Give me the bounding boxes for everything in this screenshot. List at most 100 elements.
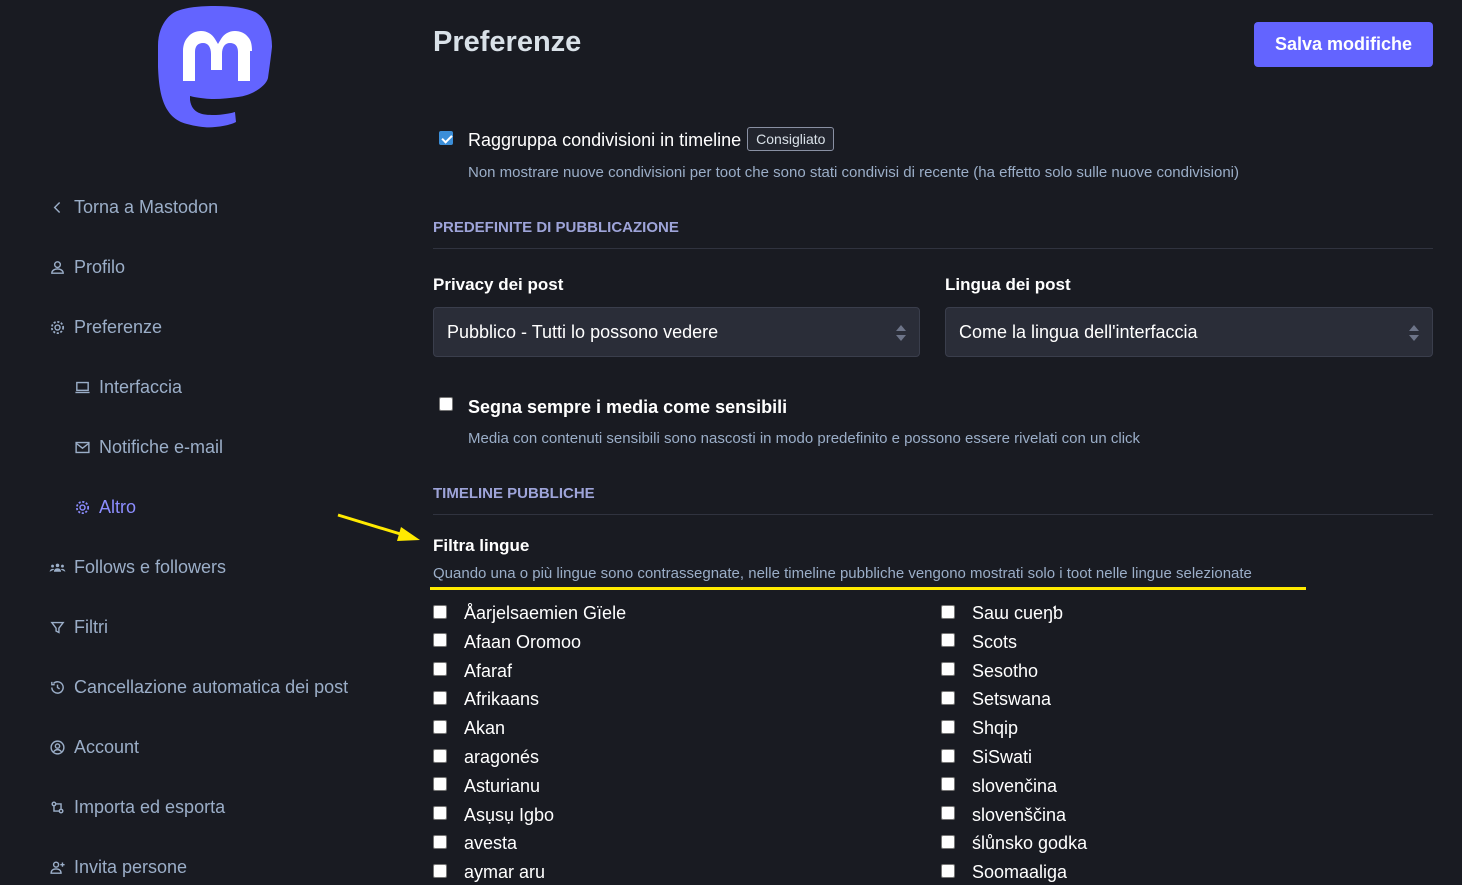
language-label: Afrikaans — [464, 689, 540, 710]
select-arrows-icon — [1409, 325, 1419, 341]
sidebar-item-other[interactable]: Altro — [73, 497, 136, 518]
language-checkbox[interactable] — [433, 863, 447, 878]
language-checkbox[interactable] — [941, 834, 955, 849]
language-label: Asụsụ Igbo — [464, 804, 555, 825]
sidebar-item-import-export[interactable]: Importa ed esporta — [48, 797, 225, 818]
language-option[interactable]: Shqip — [941, 718, 1018, 739]
public-timelines-heading: TIMELINE PUBBLICHE — [433, 485, 1433, 515]
language-option[interactable]: slovenščina — [941, 805, 1066, 826]
language-checkbox[interactable] — [433, 806, 447, 821]
language-option[interactable]: SiSwati — [941, 747, 1032, 768]
post-language-label: Lingua dei post — [945, 275, 1071, 294]
language-checkbox[interactable] — [941, 806, 955, 821]
language-checkbox[interactable] — [433, 604, 447, 619]
language-checkbox[interactable] — [941, 690, 955, 705]
group-boosts-option[interactable]: Raggruppa condivisioni in timeline Consig… — [468, 127, 835, 151]
sidebar: Torna a Mastodon Profilo Preferenze Inte… — [0, 0, 400, 885]
language-option[interactable]: Akan — [433, 718, 505, 739]
post-language-select[interactable]: Come la lingua dell'interfaccia — [945, 307, 1433, 357]
language-label: ślůnsko godka — [972, 833, 1088, 854]
language-checkbox[interactable] — [433, 834, 447, 849]
language-option[interactable]: Asturianu — [433, 776, 540, 797]
sidebar-item-label: Invita persone — [74, 857, 188, 877]
recommended-badge: Consigliato — [747, 127, 835, 151]
sensitive-media-checkbox[interactable] — [439, 397, 453, 411]
save-button[interactable]: Salva modifiche — [1254, 22, 1433, 67]
sensitive-media-label[interactable]: Segna sempre i media come sensibili — [468, 397, 787, 418]
language-label: Setswana — [972, 689, 1052, 710]
language-option[interactable]: Sesotho — [941, 661, 1038, 682]
sidebar-item-profile[interactable]: Profilo — [48, 257, 125, 278]
language-option[interactable]: Setswana — [941, 689, 1051, 710]
language-checkbox[interactable] — [433, 777, 447, 792]
language-option[interactable]: slovenčina — [941, 776, 1057, 797]
language-label: Akan — [464, 718, 506, 739]
history-icon — [48, 679, 66, 697]
language-checkbox[interactable] — [941, 777, 955, 792]
post-privacy-select[interactable]: Pubblico - Tutti lo possono vedere — [433, 307, 920, 357]
sidebar-item-auto-delete[interactable]: Cancellazione automatica dei post — [48, 677, 348, 698]
language-checkbox[interactable] — [941, 748, 955, 763]
post-privacy-value: Pubblico - Tutti lo possono vedere — [447, 321, 719, 342]
filter-icon — [48, 619, 66, 637]
language-label: aymar aru — [464, 862, 546, 883]
language-option[interactable]: Scots — [941, 632, 1017, 653]
sidebar-item-label: Follows e followers — [74, 557, 227, 577]
sidebar-item-invite[interactable]: Invita persone — [48, 857, 187, 878]
language-label: Saɯ cueŋƅ — [972, 603, 1064, 623]
page-title: Preferenze — [433, 26, 582, 58]
language-option[interactable]: Asụsụ Igbo — [433, 805, 554, 826]
language-checkbox[interactable] — [941, 662, 955, 677]
language-label: Afaraf — [464, 660, 513, 681]
sidebar-item-label: Cancellazione automatica dei post — [74, 677, 349, 697]
language-option[interactable]: Soomaaliga — [941, 862, 1067, 883]
group-boosts-checkbox[interactable] — [439, 131, 453, 145]
language-checkbox[interactable] — [941, 633, 955, 648]
language-checkbox[interactable] — [433, 690, 447, 705]
language-option[interactable]: avesta — [433, 833, 517, 854]
language-label: slovenčina — [972, 775, 1058, 796]
language-checkbox[interactable] — [941, 863, 955, 878]
post-privacy-label: Privacy dei post — [433, 275, 564, 294]
sidebar-item-email-notifications[interactable]: Notifiche e-mail — [73, 437, 223, 458]
language-option[interactable]: Afrikaans — [433, 689, 539, 710]
language-option[interactable]: aymar aru — [433, 862, 545, 883]
language-option[interactable]: Afaraf — [433, 661, 512, 682]
language-option[interactable]: aragonés — [433, 747, 539, 768]
language-option[interactable]: ślůnsko godka — [941, 833, 1087, 854]
sidebar-item-label: Preferenze — [74, 317, 163, 337]
laptop-icon — [73, 379, 91, 397]
sidebar-item-account[interactable]: Account — [48, 737, 139, 758]
language-label: Sesotho — [972, 660, 1039, 681]
sidebar-item-interface[interactable]: Interfaccia — [73, 377, 182, 398]
mastodon-logo[interactable] — [154, 2, 276, 130]
group-icon — [48, 559, 66, 577]
filter-languages-label: Filtra lingue — [433, 536, 530, 555]
language-option[interactable]: Åarjelsaemien Gïele — [433, 603, 626, 624]
language-checkbox[interactable] — [433, 719, 447, 734]
sidebar-item-label: Profilo — [74, 257, 126, 277]
person-icon — [48, 259, 66, 277]
person-add-icon — [48, 859, 66, 877]
language-option[interactable]: Saɯ cueŋƅ — [941, 603, 1063, 624]
language-checkbox[interactable] — [941, 604, 955, 619]
sidebar-item-label: Interfaccia — [99, 377, 183, 397]
account-circle-icon — [48, 739, 66, 757]
sidebar-item-label: Filtri — [74, 617, 108, 637]
language-label: Asturianu — [464, 775, 541, 796]
sidebar-item-follows[interactable]: Follows e followers — [48, 557, 226, 578]
annotation-underline — [430, 587, 1306, 590]
language-checkbox[interactable] — [433, 748, 447, 763]
language-checkbox[interactable] — [433, 633, 447, 648]
gear-icon — [73, 499, 91, 517]
language-label: slovenščina — [972, 804, 1067, 825]
language-checkbox[interactable] — [433, 662, 447, 677]
sidebar-item-filters[interactable]: Filtri — [48, 617, 108, 638]
language-option[interactable]: Afaan Oromoo — [433, 632, 581, 653]
posting-defaults-heading: PREDEFINITE DI PUBBLICAZIONE — [433, 219, 1433, 249]
language-checkbox[interactable] — [941, 719, 955, 734]
sidebar-item-label: Torna a Mastodon — [74, 197, 219, 217]
sidebar-item-preferences[interactable]: Preferenze — [48, 317, 162, 338]
sidebar-item-label: Account — [74, 737, 140, 757]
sidebar-item-back[interactable]: Torna a Mastodon — [48, 197, 218, 218]
